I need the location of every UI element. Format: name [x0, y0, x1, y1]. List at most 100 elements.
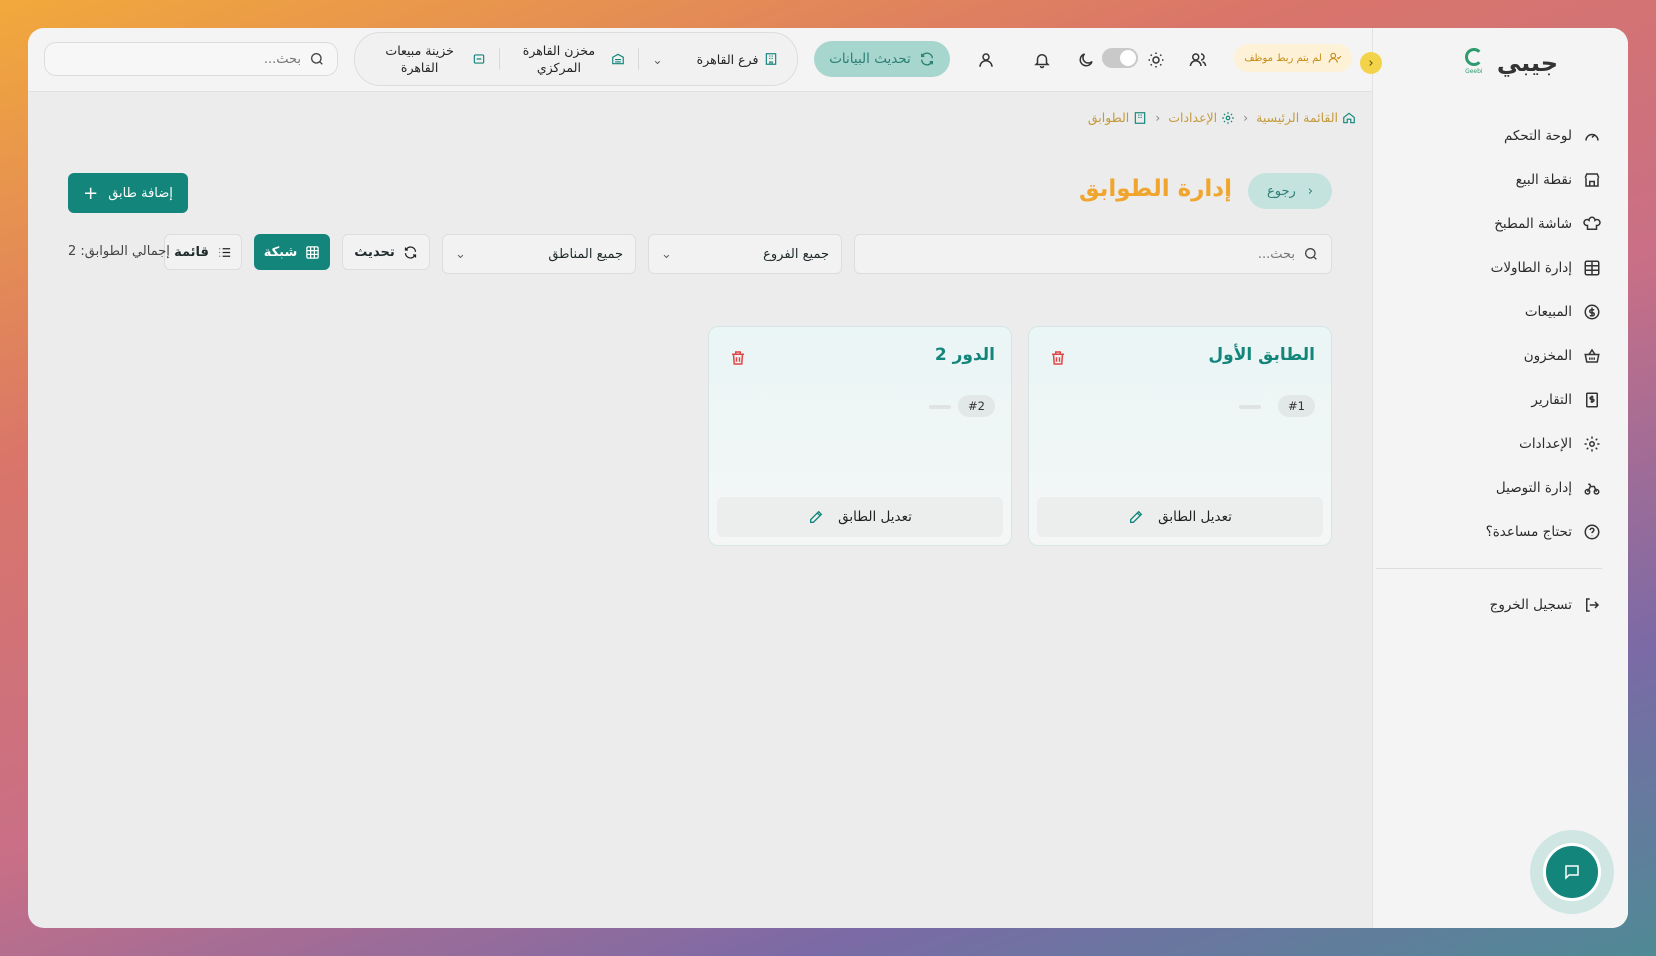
cash-register-icon: [473, 54, 484, 64]
chef-hat-icon: [1582, 214, 1602, 234]
breadcrumb-home[interactable]: القائمة الرئيسية: [1256, 110, 1356, 125]
app-window: جيبي Geebi لوحة التحكم نقطة البيع شاشة ا…: [28, 28, 1628, 928]
sidebar-item-label: المخزون: [1523, 348, 1572, 364]
staff-status-badge[interactable]: لم يتم ربط موظف: [1234, 44, 1352, 72]
sun-icon[interactable]: [1146, 50, 1166, 70]
chat-support-button[interactable]: [1530, 830, 1614, 914]
breadcrumb-settings-label: الإعدادات: [1168, 110, 1218, 125]
dollar-circle-icon: [1582, 302, 1602, 322]
floor-search-input[interactable]: [875, 246, 1295, 262]
floor-name: الدور 2: [934, 345, 995, 365]
sync-data-button[interactable]: تحديث البيانات: [814, 41, 950, 77]
store-icon: [1582, 170, 1602, 190]
brand-logo-icon: Geebi: [1461, 48, 1487, 78]
back-button[interactable]: ‹ رجوع: [1248, 173, 1332, 209]
sidebar-item-label: نقطة البيع: [1515, 172, 1572, 188]
add-floor-button[interactable]: إضافة طابق +: [68, 173, 188, 213]
breadcrumb-settings[interactable]: الإعدادات: [1168, 110, 1235, 125]
region-filter-select[interactable]: جميع المناطق ⌄: [442, 234, 636, 274]
sidebar-item-label: تحتاج مساعدة؟: [1485, 524, 1572, 540]
global-search-input[interactable]: [71, 51, 301, 67]
list-view-button[interactable]: قائمة: [164, 234, 242, 270]
floor-card: الدور 2 #2 تعديل الطابق: [708, 326, 1012, 546]
grid-view-button[interactable]: شبكة: [254, 234, 330, 270]
sidebar-item-sales[interactable]: المبيعات: [1392, 290, 1602, 334]
trash-icon[interactable]: [1049, 349, 1067, 367]
region-filter-value: جميع المناطق: [548, 246, 623, 262]
receipt-icon: [1582, 390, 1602, 410]
sidebar-item-kitchen[interactable]: شاشة المطبخ: [1392, 202, 1602, 246]
home-icon: [1343, 112, 1355, 123]
branch-filter-select[interactable]: جميع الفروع ⌄: [648, 234, 842, 274]
global-search[interactable]: [44, 42, 338, 76]
floor-tables-placeholder: [929, 405, 951, 409]
basket-icon: [1582, 346, 1602, 366]
edit-floor-button[interactable]: تعديل الطابق: [717, 497, 1003, 537]
sidebar-nav: لوحة التحكم نقطة البيع شاشة المطبخ إدارة…: [1376, 114, 1602, 627]
breadcrumb: القائمة الرئيسية ‹ الإعدادات ‹ الطوابق: [1088, 110, 1356, 125]
topbar: لم يتم ربط موظف تحديث البيانات فرع القاه…: [28, 28, 1372, 92]
sidebar-item-settings[interactable]: الإعدادات: [1392, 422, 1602, 466]
building-icon: [766, 53, 777, 65]
chevron-left-icon: ‹: [1243, 110, 1249, 125]
sidebar-item-inventory[interactable]: المخزون: [1392, 334, 1602, 378]
sidebar-item-help[interactable]: تحتاج مساعدة؟: [1392, 510, 1602, 554]
chat-fab[interactable]: [1543, 843, 1601, 901]
add-floor-label: إضافة طابق: [108, 185, 173, 201]
warehouse-selector[interactable]: مخزن القاهرة المركزي: [513, 42, 625, 76]
refresh-button[interactable]: تحديث: [342, 234, 430, 270]
chevron-left-icon: ‹: [1368, 55, 1374, 71]
brand[interactable]: جيبي Geebi: [1461, 48, 1558, 78]
sidebar-item-label: إدارة الطاولات: [1490, 260, 1572, 276]
floor-name: الطابق الأول: [1208, 345, 1315, 365]
sidebar-item-delivery[interactable]: إدارة التوصيل: [1392, 466, 1602, 510]
edit-icon: [810, 510, 823, 523]
list-icon: [219, 247, 231, 257]
edit-floor-button[interactable]: تعديل الطابق: [1037, 497, 1323, 537]
chevron-down-icon: ⌄: [652, 51, 663, 67]
location-selector-group: فرع القاهرة ⌄ مخزن القاهرة المركزي خزينة…: [354, 32, 798, 86]
logout-button[interactable]: تسجيل الخروج: [1392, 583, 1602, 627]
breadcrumb-home-label: القائمة الرئيسية: [1256, 110, 1338, 125]
list-view-label: قائمة: [174, 244, 209, 260]
chevron-left-icon: ‹: [1307, 183, 1313, 199]
branch-selector[interactable]: فرع القاهرة ⌄: [652, 51, 778, 68]
users-icon[interactable]: [1188, 50, 1208, 70]
sidebar-item-label: المبيعات: [1524, 304, 1572, 320]
floor-number-badge: #1: [1278, 395, 1315, 417]
edit-floor-label: تعديل الطابق: [838, 509, 912, 525]
user-icon[interactable]: [976, 50, 996, 70]
sidebar-item-dashboard[interactable]: لوحة التحكم: [1392, 114, 1602, 158]
floor-search[interactable]: [854, 234, 1332, 274]
sidebar-item-reports[interactable]: التقارير: [1392, 378, 1602, 422]
theme-toggle[interactable]: [1102, 48, 1138, 68]
grid-view-label: شبكة: [263, 244, 298, 260]
bell-icon[interactable]: [1032, 50, 1052, 70]
sidebar-item-label: الإعدادات: [1519, 436, 1572, 452]
toggle-knob: [1120, 50, 1136, 66]
breadcrumb-current: الطوابق: [1088, 110, 1147, 125]
sidebar: جيبي Geebi لوحة التحكم نقطة البيع شاشة ا…: [1372, 28, 1628, 928]
trash-icon[interactable]: [729, 349, 747, 367]
search-icon: [311, 53, 323, 65]
chevron-down-icon: ⌄: [661, 246, 672, 262]
staff-status-text: لم يتم ربط موظف: [1244, 52, 1322, 64]
moon-icon[interactable]: [1076, 50, 1096, 70]
sidebar-item-label: التقارير: [1531, 392, 1572, 408]
help-circle-icon: [1582, 522, 1602, 542]
divider: [498, 48, 500, 70]
search-icon: [1305, 248, 1317, 260]
gear-icon: [1222, 111, 1234, 124]
back-label: رجوع: [1267, 183, 1296, 199]
sidebar-item-label: شاشة المطبخ: [1494, 216, 1572, 232]
floor-number-badge: #2: [958, 395, 995, 417]
total-floors-count: إجمالي الطوابق: 2: [68, 244, 170, 259]
refresh-icon: [404, 245, 416, 259]
user-check-icon: [1328, 52, 1342, 63]
sidebar-item-label: لوحة التحكم: [1503, 128, 1572, 144]
register-selector[interactable]: خزينة مبيعات القاهرة: [374, 42, 486, 76]
sidebar-item-tables[interactable]: إدارة الطاولات: [1392, 246, 1602, 290]
sidebar-collapse-button[interactable]: ‹: [1360, 52, 1382, 74]
sidebar-item-pos[interactable]: نقطة البيع: [1392, 158, 1602, 202]
filters-bar: جميع الفروع ⌄ جميع المناطق ⌄ تحديث شبكة …: [68, 234, 1332, 274]
